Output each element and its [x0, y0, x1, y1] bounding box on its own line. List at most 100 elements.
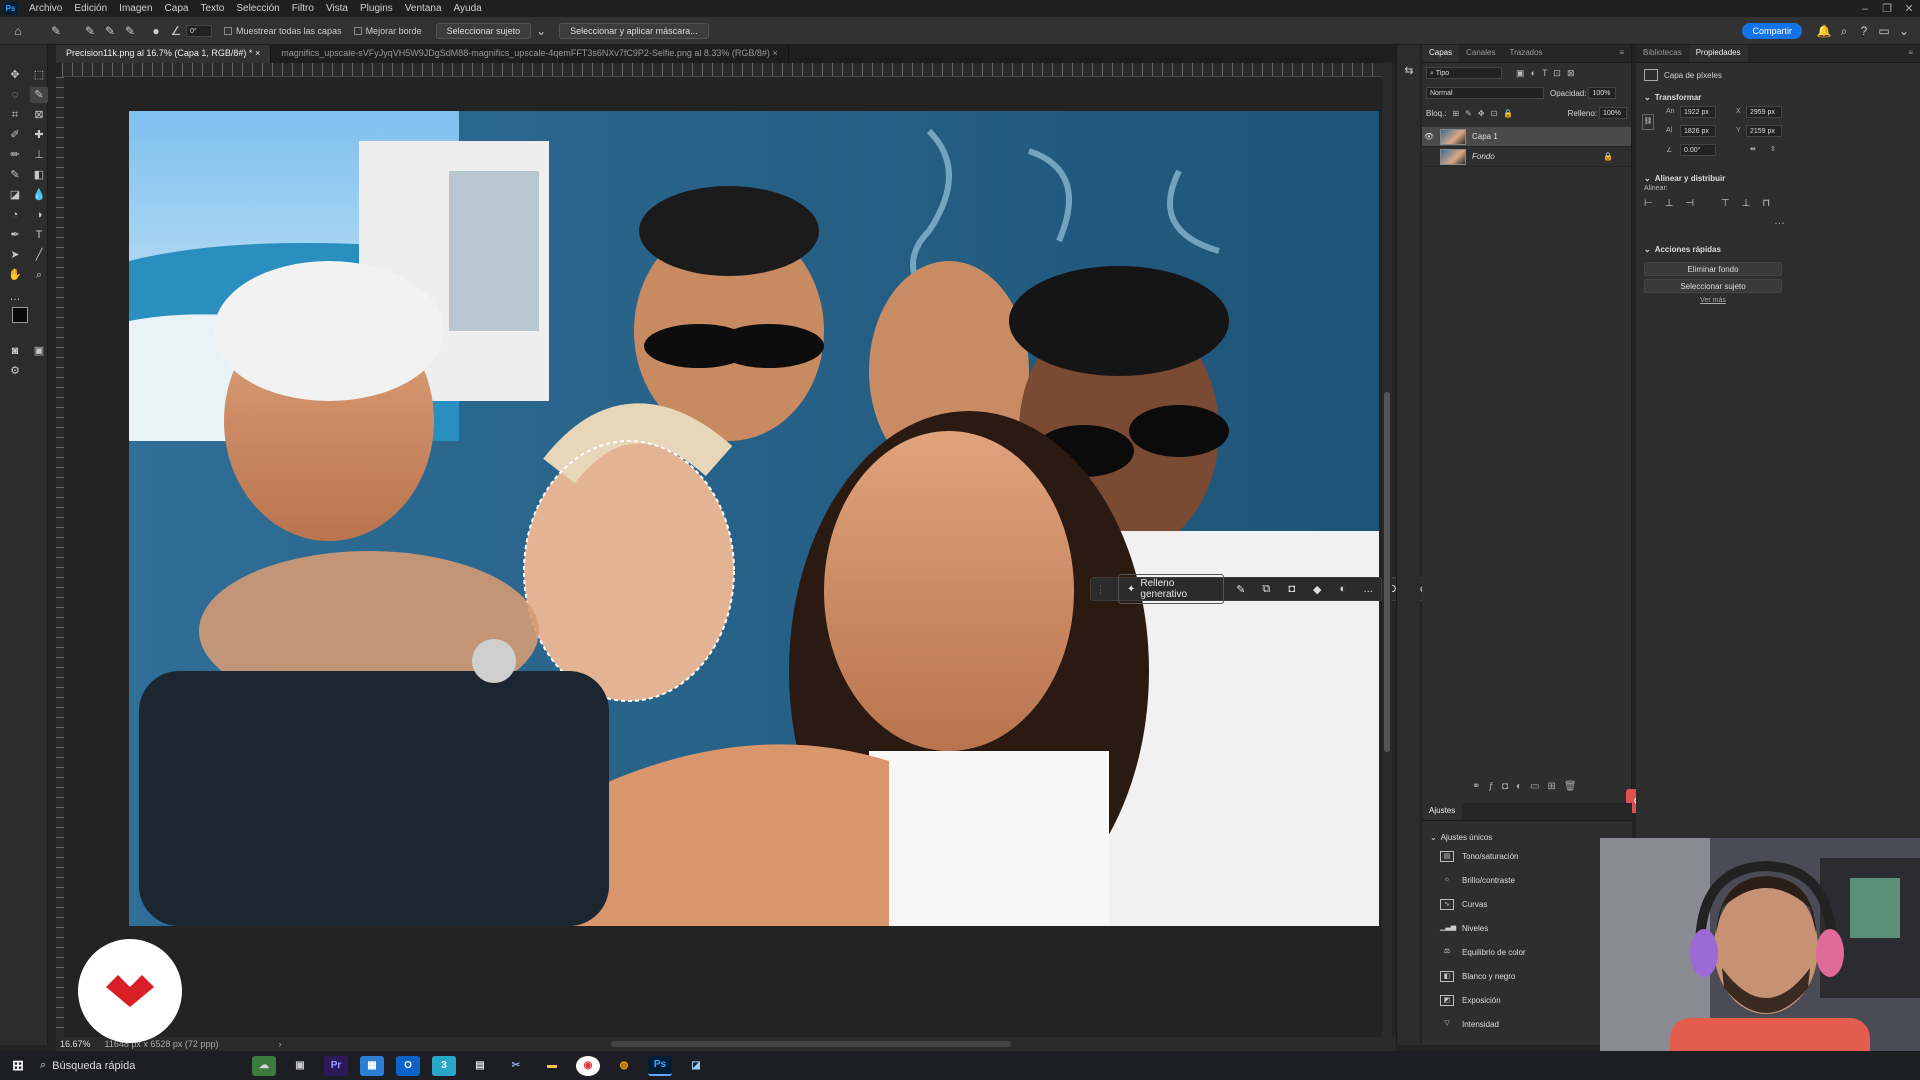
eyedropper-tool-icon[interactable]: ✐	[6, 127, 24, 143]
foreground-color-swatch[interactable]	[12, 307, 28, 323]
folder-icon[interactable]: ▬	[540, 1056, 564, 1076]
restore-icon[interactable]: ❐	[1876, 2, 1898, 15]
app-icon[interactable]: 3	[432, 1055, 456, 1076]
brush-tool-icon[interactable]: ✏	[6, 147, 24, 163]
close-icon[interactable]: ✕	[1898, 2, 1920, 15]
tab-ajustes[interactable]: Ajustes	[1422, 803, 1463, 820]
screen-mode-icon[interactable]: ▣	[30, 343, 48, 359]
menu-seleccion[interactable]: Selección	[230, 3, 285, 14]
bell-icon[interactable]: 🔔	[1814, 22, 1834, 40]
lasso-tool-icon[interactable]: ◌	[6, 87, 24, 103]
tab-bibliotecas[interactable]: Bibliotecas	[1636, 45, 1689, 62]
zoom-level[interactable]: 16.67%	[60, 1039, 91, 1049]
tab-trazados[interactable]: Trazados	[1502, 45, 1549, 62]
menu-filtro[interactable]: Filtro	[286, 3, 320, 14]
more-tools-icon[interactable]: …	[6, 289, 24, 305]
generative-fill-button[interactable]: ✦ Relleno generativo	[1118, 574, 1225, 604]
menu-archivo[interactable]: Archivo	[23, 3, 68, 14]
panel-menu-icon[interactable]: ≡	[1612, 45, 1631, 62]
calculator-icon[interactable]: ▤	[468, 1056, 492, 1076]
select-subject-button[interactable]: Seleccionar sujeto	[1644, 279, 1782, 293]
enhance-edge-checkbox[interactable]: Mejorar borde	[353, 26, 422, 36]
line-tool-icon[interactable]: ╱	[30, 247, 48, 263]
lock-icon[interactable]: 🔒	[1603, 152, 1613, 161]
taskbar-search[interactable]: ⌕ Búsqueda rápida	[36, 1055, 246, 1077]
dodge-tool-icon[interactable]: ◔	[6, 207, 24, 223]
brush-size-icon[interactable]: ●	[146, 22, 166, 40]
menu-ventana[interactable]: Ventana	[399, 3, 448, 14]
obs-icon[interactable]: ◍	[612, 1056, 636, 1076]
align-section[interactable]: ⌄ Alinear y distribuir	[1636, 168, 1920, 185]
remove-background-button[interactable]: Eliminar fondo	[1644, 262, 1782, 276]
invert-selection-icon[interactable]: ⧉	[1254, 583, 1279, 596]
menu-vista[interactable]: Vista	[320, 3, 354, 14]
more-options-icon[interactable]: ...	[1356, 583, 1381, 595]
snipping-icon[interactable]: ✂	[504, 1056, 528, 1076]
share-button[interactable]: Compartir	[1742, 22, 1802, 39]
menu-capa[interactable]: Capa	[159, 3, 195, 14]
move-tool-icon[interactable]: ✥	[6, 67, 24, 83]
scroll-thumb[interactable]	[1384, 392, 1390, 752]
frame-tool-icon[interactable]: ⊠	[30, 107, 48, 123]
select-subject-button[interactable]: Seleccionar sujeto	[435, 22, 532, 39]
blend-mode-select[interactable]: Normal	[1426, 87, 1544, 99]
eraser-tool-icon[interactable]: ◧	[30, 167, 48, 183]
content-aware-icon[interactable]: ⚙	[6, 363, 24, 379]
stamp-tool-icon[interactable]: ⊥	[30, 147, 48, 163]
close-icon[interactable]: ×	[255, 48, 260, 58]
align-buttons[interactable]: ⊢⊥⊣ ⊤⊥⊓	[1636, 192, 1920, 215]
new-selection-icon[interactable]: ✎	[80, 22, 100, 40]
sample-all-layers-checkbox[interactable]: Muestrear todas las capas	[224, 26, 342, 36]
select-and-mask-button[interactable]: Seleccionar y aplicar máscara...	[559, 22, 709, 39]
path-selection-icon[interactable]: ➤	[6, 247, 24, 263]
adjustment-icon[interactable]: ◐	[1330, 583, 1355, 595]
blur-tool-icon[interactable]: 💧	[30, 187, 48, 203]
tab-propiedades[interactable]: Propiedades	[1688, 45, 1748, 62]
quick-mask-icon[interactable]: ◙	[6, 343, 24, 359]
panel-menu-icon[interactable]: ≡	[1901, 45, 1920, 62]
mask-icon[interactable]: ◘	[1279, 583, 1304, 595]
healing-tool-icon[interactable]: ✚	[30, 127, 48, 143]
chevron-down-icon[interactable]: ⌄	[531, 22, 551, 40]
hand-tool-icon[interactable]: ✋	[6, 267, 24, 283]
premiere-icon[interactable]: Pr	[324, 1055, 348, 1076]
flip-vertical-icon[interactable]: ⇳	[1770, 145, 1776, 153]
layer-row-capa-1[interactable]: 👁 Capa 1	[1422, 127, 1631, 147]
menu-ayuda[interactable]: Ayuda	[448, 3, 488, 14]
search-icon[interactable]: ⌕	[1834, 22, 1854, 40]
history-brush-icon[interactable]: ✎	[6, 167, 24, 183]
subtract-selection-icon[interactable]: ✎	[120, 22, 140, 40]
lock-icons[interactable]: ⊞✎✥⊡🔒	[1452, 109, 1519, 118]
angle-field[interactable]: 0°	[186, 24, 212, 37]
workspace-icon[interactable]: ▭	[1874, 22, 1894, 40]
selfie-photo[interactable]	[129, 111, 1379, 926]
menu-texto[interactable]: Texto	[194, 3, 230, 14]
pen-tool-icon[interactable]: ✒	[6, 227, 24, 243]
help-icon[interactable]: ?	[1854, 22, 1874, 40]
sponge-tool-icon[interactable]: ◑	[30, 207, 48, 223]
tab-canales[interactable]: Canales	[1459, 45, 1502, 62]
tab-precision[interactable]: Precision11k.png al 16.7% (Capa 1, RGB/8…	[56, 45, 272, 63]
close-icon[interactable]: ×	[772, 48, 777, 58]
y-field[interactable]: 2159 px	[1746, 125, 1782, 137]
menu-plugins[interactable]: Plugins	[354, 3, 399, 14]
link-icon[interactable]: ⛓	[1642, 114, 1654, 130]
marquee-tool-icon[interactable]: ⬚	[30, 67, 48, 83]
quick-selection-tool-icon[interactable]: ✎	[30, 87, 48, 103]
vertical-scrollbar[interactable]	[1382, 62, 1392, 1037]
layer-row-fondo[interactable]: Fondo 🔒	[1422, 147, 1631, 167]
x-field[interactable]: 2959 px	[1746, 106, 1782, 118]
quick-selection-tool-icon[interactable]: ✎	[46, 22, 66, 40]
photoshop-icon[interactable]: Ps	[648, 1055, 672, 1076]
quick-actions-section[interactable]: ⌄ Acciones rápidas	[1636, 239, 1920, 256]
drag-handle-icon[interactable]: ⋮	[1095, 583, 1106, 596]
chevron-down-icon[interactable]: ⌄	[1894, 22, 1914, 40]
type-tool-icon[interactable]: T	[30, 227, 48, 243]
tab-capas[interactable]: Capas	[1422, 45, 1460, 62]
fill-icon[interactable]: ◆	[1305, 583, 1330, 596]
layer-actions[interactable]: ⚭ƒ◘◐▭⊞🗑	[1472, 781, 1585, 792]
gradient-tool-icon[interactable]: ◪	[6, 187, 24, 203]
eye-icon[interactable]: 👁	[1422, 132, 1436, 141]
store-icon[interactable]: ▦	[360, 1055, 384, 1076]
see-more-link[interactable]: Ver más	[1644, 297, 1782, 304]
